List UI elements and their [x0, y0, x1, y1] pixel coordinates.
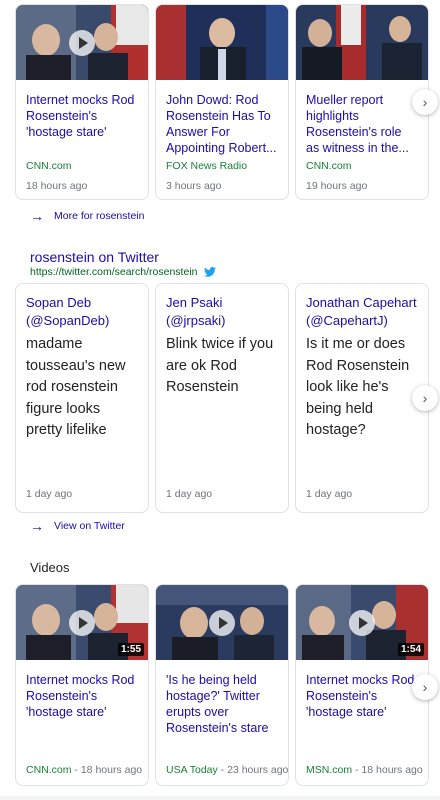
twitter-next-button[interactable]: › [412, 385, 438, 411]
videos-heading: Videos [30, 560, 70, 575]
video-card[interactable]: 'Is he being held hostage?' Twitter erup… [155, 584, 289, 786]
tweet-card[interactable]: Sopan Deb (@SopanDeb) madame tousseau's … [15, 283, 149, 513]
tweet-author[interactable]: Sopan Deb (@SopanDeb) [26, 294, 140, 330]
video-card[interactable]: 1:54 Internet mocks Rod Rosenstein's 'ho… [295, 584, 429, 786]
arrow-right-icon: → [30, 208, 44, 224]
news-source: FOX News Radio [166, 160, 248, 172]
view-on-twitter-link[interactable]: → View on Twitter [30, 518, 125, 534]
play-icon [349, 609, 375, 636]
twitter-url-text: https://twitter.com/search/rosenstein [30, 266, 198, 278]
video-duration: 1:55 [117, 643, 144, 656]
video-card[interactable]: 1:55 Internet mocks Rod Rosenstein's 'ho… [15, 584, 149, 786]
tweet-time: 1 day ago [166, 488, 213, 500]
tweet-time: 1 day ago [306, 488, 353, 500]
news-card[interactable]: Internet mocks Rod Rosenstein's 'hostage… [15, 4, 149, 200]
video-thumbnail: 1:55 [16, 585, 148, 660]
chevron-right-icon: › [422, 94, 428, 110]
video-source: CNN.com - 18 hours ago [26, 764, 142, 776]
more-for-label: More for rosenstein [54, 210, 145, 222]
video-meta: - 18 hours ago [352, 764, 423, 776]
play-icon [69, 609, 95, 636]
twitter-carousel: Sopan Deb (@SopanDeb) madame tousseau's … [15, 283, 429, 513]
news-thumbnail [16, 5, 148, 80]
play-icon [209, 609, 235, 636]
video-title[interactable]: 'Is he being held hostage?' Twitter erup… [156, 672, 288, 736]
carousel-next-button[interactable]: › [412, 89, 438, 115]
video-source: MSN.com - 18 hours ago [306, 764, 423, 776]
video-source-name: USA Today [166, 764, 218, 776]
video-meta: - 23 hours ago [217, 764, 289, 776]
tweet-text: Is it me or does Rod Rosenstein look lik… [306, 336, 410, 438]
twitter-bird-icon [203, 267, 216, 277]
news-time: 18 hours ago [26, 180, 88, 192]
news-title[interactable]: Mueller report highlights Rosenstein's r… [296, 92, 428, 156]
arrow-right-icon: → [30, 518, 44, 534]
video-duration: 1:54 [397, 643, 424, 656]
news-source: CNN.com [26, 160, 72, 172]
top-news-carousel: Internet mocks Rod Rosenstein's 'hostage… [15, 4, 429, 200]
news-title[interactable]: Internet mocks Rod Rosenstein's 'hostage… [16, 92, 148, 156]
news-title[interactable]: John Dowd: Rod Rosenstein Has To Answer … [156, 92, 288, 156]
twitter-section-title[interactable]: rosenstein on Twitter [30, 249, 159, 265]
videos-carousel: 1:55 Internet mocks Rod Rosenstein's 'ho… [15, 584, 429, 786]
video-title[interactable]: Internet mocks Rod Rosenstein's 'hostage… [296, 672, 428, 736]
tweet-text: Blink twice if you are ok Rod Rosenstein [166, 336, 274, 395]
video-thumbnail: 1:54 [296, 585, 428, 660]
video-thumbnail [156, 585, 288, 660]
tweet-text: madame tousseau's new rod rosenstein fig… [26, 336, 126, 438]
play-icon [69, 29, 95, 56]
more-for-link[interactable]: → More for rosenstein [30, 208, 144, 224]
tweet-author[interactable]: Jonathan Capehart (@CapehartJ) [306, 294, 420, 330]
video-title[interactable]: Internet mocks Rod Rosenstein's 'hostage… [16, 672, 148, 736]
news-card[interactable]: John Dowd: Rod Rosenstein Has To Answer … [155, 4, 289, 200]
news-source: CNN.com [306, 160, 352, 172]
video-meta: - 18 hours ago [71, 764, 143, 776]
twitter-url[interactable]: https://twitter.com/search/rosenstein [30, 266, 216, 278]
videos-next-button[interactable]: › [412, 674, 438, 700]
divider [0, 796, 440, 800]
view-on-twitter-label: View on Twitter [54, 520, 125, 532]
news-time: 3 hours ago [166, 180, 222, 192]
video-source-name: MSN.com [306, 764, 353, 776]
chevron-right-icon: › [422, 679, 428, 695]
video-source: USA Today - 23 hours ago [166, 764, 288, 776]
tweet-card[interactable]: Jen Psaki (@jrpsaki) Blink twice if you … [155, 283, 289, 513]
tweet-card[interactable]: Jonathan Capehart (@CapehartJ) Is it me … [295, 283, 429, 513]
news-time: 19 hours ago [306, 180, 368, 192]
news-thumbnail [296, 5, 428, 80]
tweet-time: 1 day ago [26, 488, 73, 500]
chevron-right-icon: › [422, 390, 428, 406]
news-thumbnail [156, 5, 288, 80]
tweet-author[interactable]: Jen Psaki (@jrpsaki) [166, 294, 280, 330]
video-source-name: CNN.com [26, 764, 72, 776]
news-card[interactable]: Mueller report highlights Rosenstein's r… [295, 4, 429, 200]
